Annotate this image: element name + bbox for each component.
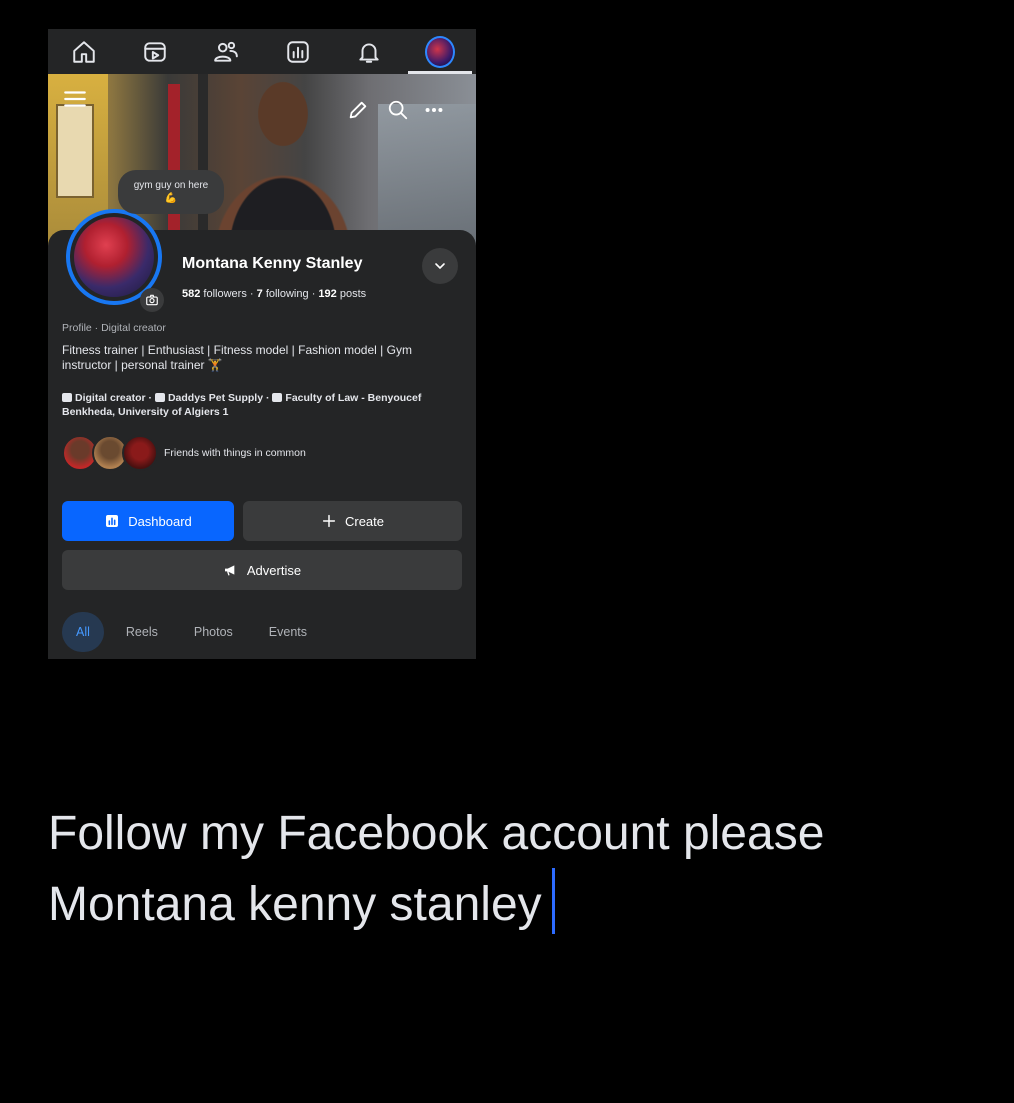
caption-text-input[interactable]: Follow my Facebook account please Montan… [48, 800, 998, 939]
menu-icon[interactable] [60, 84, 90, 114]
profile-bio: Fitness trainer | Enthusiast | Fitness m… [62, 343, 412, 372]
stats-separator: · [249, 288, 257, 300]
friends-icon[interactable] [211, 37, 241, 67]
note-text: gym guy on here [133, 180, 209, 191]
insights-icon [106, 515, 119, 527]
camera-icon[interactable] [140, 288, 164, 312]
followers-label[interactable]: followers [203, 288, 246, 300]
chevron-down-icon[interactable] [422, 248, 458, 284]
create-label: Create [344, 513, 385, 529]
following-label[interactable]: following [266, 288, 309, 300]
profile-name: Montana Kenny Stanley [182, 255, 363, 272]
caption-line-2-wrap: Montana kenny stanley [48, 868, 998, 939]
create-button[interactable]: Create [243, 501, 462, 541]
caption-line-2: Montana kenny stanley [48, 878, 542, 931]
dashboard-label: Dashboard [128, 513, 192, 529]
search-icon[interactable] [384, 96, 412, 124]
tab-events[interactable]: Events [251, 612, 325, 652]
mutual-friends[interactable]: Friends with things in common [62, 435, 306, 471]
megaphone-icon [224, 565, 235, 576]
dashboard-button[interactable]: Dashboard [62, 501, 234, 541]
work-icon [154, 393, 165, 402]
creator-icon [62, 393, 72, 402]
cover-rack-dark [198, 74, 208, 244]
top-navigation [48, 29, 476, 74]
profile-tabs: All Reels Photos Events [62, 612, 325, 652]
detail-category: Digital creator [75, 392, 146, 404]
profile-details: Digital creator · Daddys Pet Supply · Fa… [62, 391, 462, 419]
facebook-profile-screenshot: Montana Kenny Stanley 582 followers · 7 … [48, 29, 476, 659]
avatar [74, 217, 154, 297]
profile-panel: Montana Kenny Stanley 582 followers · 7 … [48, 209, 476, 659]
note-emoji: 💪 [164, 193, 178, 204]
advertise-label: Advertise [246, 562, 302, 578]
details-separator: · [148, 392, 155, 404]
avatar [425, 35, 456, 68]
posts-count: 192 [318, 288, 337, 300]
cover-door [56, 104, 94, 198]
tab-reels[interactable]: Reels [108, 612, 176, 652]
followers-count[interactable]: 582 [182, 288, 200, 300]
school-icon [272, 393, 283, 402]
cover-person [208, 74, 358, 254]
profile-note-bubble[interactable]: gym guy on here 💪 [118, 170, 224, 214]
friends-text: Friends with things in common [164, 447, 306, 459]
text-cursor [551, 868, 555, 934]
insights-icon[interactable] [283, 37, 313, 67]
tab-photos[interactable]: Photos [176, 612, 251, 652]
bell-icon[interactable] [354, 37, 384, 67]
posts-label: posts [339, 288, 367, 300]
friend-avatar [122, 435, 158, 471]
caption-line-1: Follow my Facebook account please [48, 807, 825, 860]
video-icon[interactable] [140, 37, 170, 67]
home-icon[interactable] [69, 37, 99, 67]
cover-rack [168, 84, 180, 244]
detail-work[interactable]: Daddys Pet Supply [168, 392, 263, 404]
following-count[interactable]: 7 [257, 288, 263, 300]
profile-type: Profile · Digital creator [62, 322, 166, 334]
more-options-icon[interactable] [420, 96, 448, 124]
edit-pencil-icon[interactable] [344, 96, 372, 124]
profile-avatar-tab[interactable] [425, 35, 456, 68]
advertise-button[interactable]: Advertise [62, 550, 462, 590]
tab-all[interactable]: All [62, 612, 104, 652]
plus-icon [322, 514, 336, 528]
profile-stats: 582 followers · 7 following · 192 posts [182, 288, 366, 300]
